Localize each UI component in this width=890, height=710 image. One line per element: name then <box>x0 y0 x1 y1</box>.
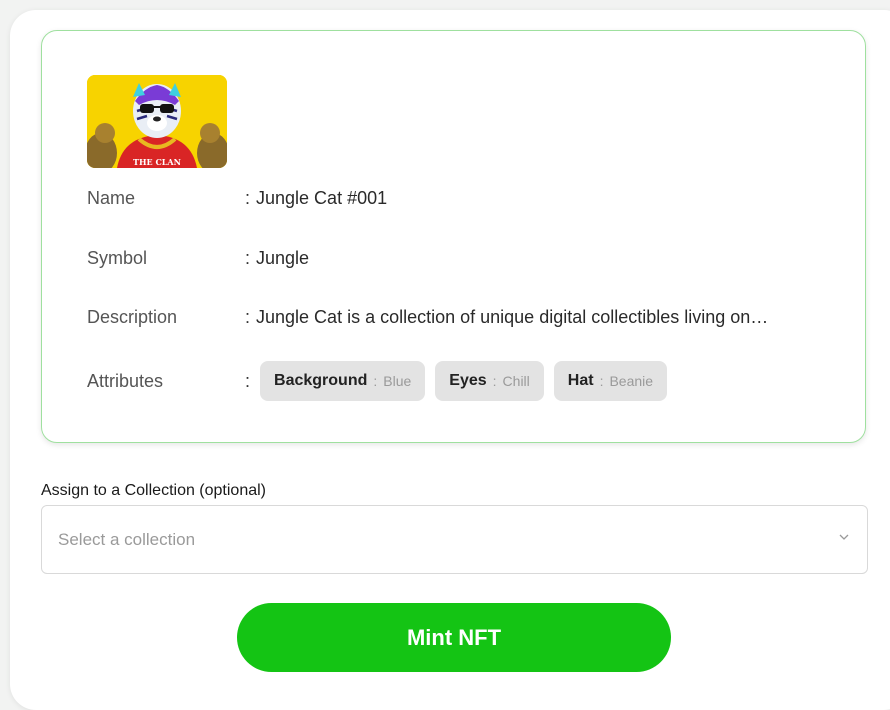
description-separator: : <box>245 306 251 327</box>
name-label: Name <box>87 187 136 208</box>
mint-nft-button[interactable]: Mint NFT <box>237 603 671 672</box>
description-value: Jungle Cat is a collection of unique dig… <box>256 306 769 327</box>
attribute-chip-background: Background : Blue <box>260 361 426 401</box>
collection-select[interactable]: Select a collection <box>41 505 868 574</box>
attribute-key: Background <box>274 372 368 389</box>
attribute-colon: : <box>599 373 604 389</box>
name-row: Name : Jungle Cat #001 <box>87 178 387 218</box>
chevron-down-icon <box>837 530 851 549</box>
description-label: Description <box>87 306 178 327</box>
attribute-key: Hat <box>567 372 594 389</box>
attributes-separator: : <box>245 370 251 391</box>
symbol-row: Symbol : Jungle <box>87 238 309 278</box>
attribute-chip-hat: Hat : Beanie <box>553 361 668 401</box>
attribute-colon: : <box>373 373 378 389</box>
description-row: Description : Jungle Cat is a collection… <box>87 297 831 337</box>
attribute-value: Chill <box>502 373 530 389</box>
collection-select-placeholder: Select a collection <box>58 529 196 549</box>
symbol-label: Symbol <box>87 247 148 268</box>
attribute-key: Eyes <box>449 372 487 389</box>
attribute-colon: : <box>492 373 497 389</box>
symbol-value: Jungle <box>256 247 310 268</box>
attribute-chip-eyes: Eyes : Chill <box>435 361 544 401</box>
name-separator: : <box>245 187 251 208</box>
attributes-row: Attributes : Background : Blue Eyes : Ch… <box>87 361 677 401</box>
collection-label: Assign to a Collection (optional) <box>41 482 267 499</box>
shirt-text: THE CLAN <box>133 157 181 167</box>
nft-image: THE CLAN <box>87 75 227 168</box>
attributes-label: Attributes <box>87 370 164 391</box>
nft-preview-card: THE CLAN Name : Jungle Cat #001 Symbol :… <box>41 30 866 443</box>
attribute-value: Beanie <box>609 373 654 389</box>
attribute-value: Blue <box>383 373 412 389</box>
symbol-separator: : <box>245 247 251 268</box>
name-value: Jungle Cat #001 <box>256 187 388 208</box>
